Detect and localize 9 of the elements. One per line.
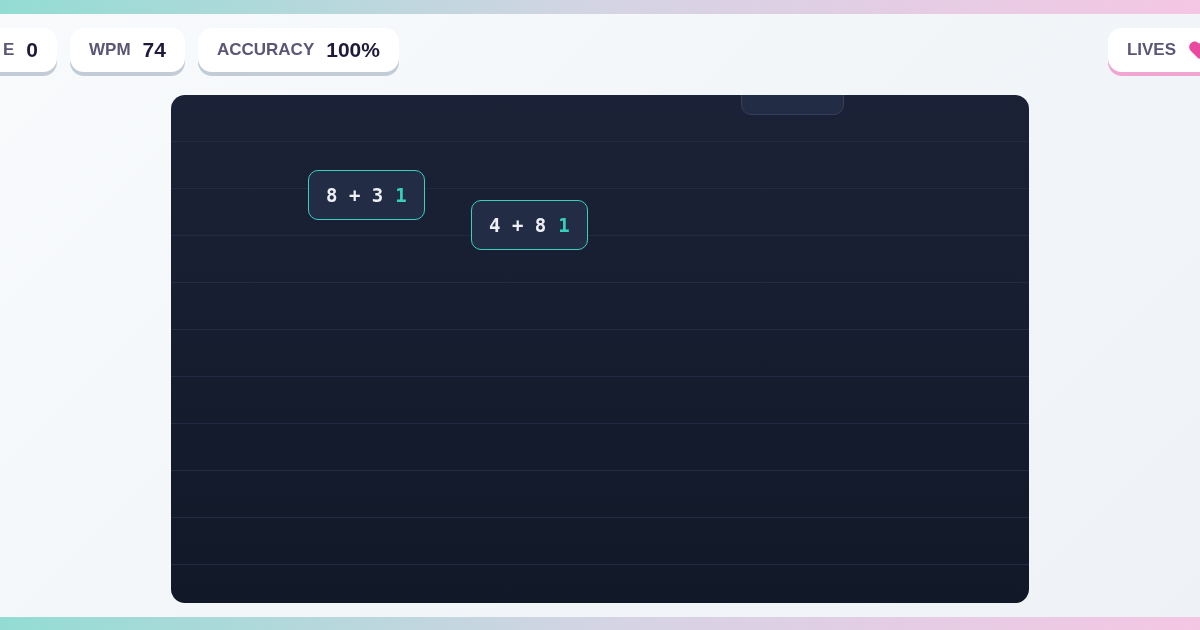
stat-value: 74 — [142, 38, 166, 62]
lives-label: LIVES — [1126, 40, 1176, 60]
word-tile: 8 + 3 1 — [308, 170, 425, 220]
stat-label: WPM — [89, 40, 131, 60]
stat-value: 0 — [26, 38, 39, 62]
stat-label: ACCURACY — [216, 40, 315, 60]
stat-label: E — [3, 40, 15, 60]
stat-value: 100% — [326, 38, 380, 62]
word-tile: 4 + 8 1 — [471, 200, 588, 250]
